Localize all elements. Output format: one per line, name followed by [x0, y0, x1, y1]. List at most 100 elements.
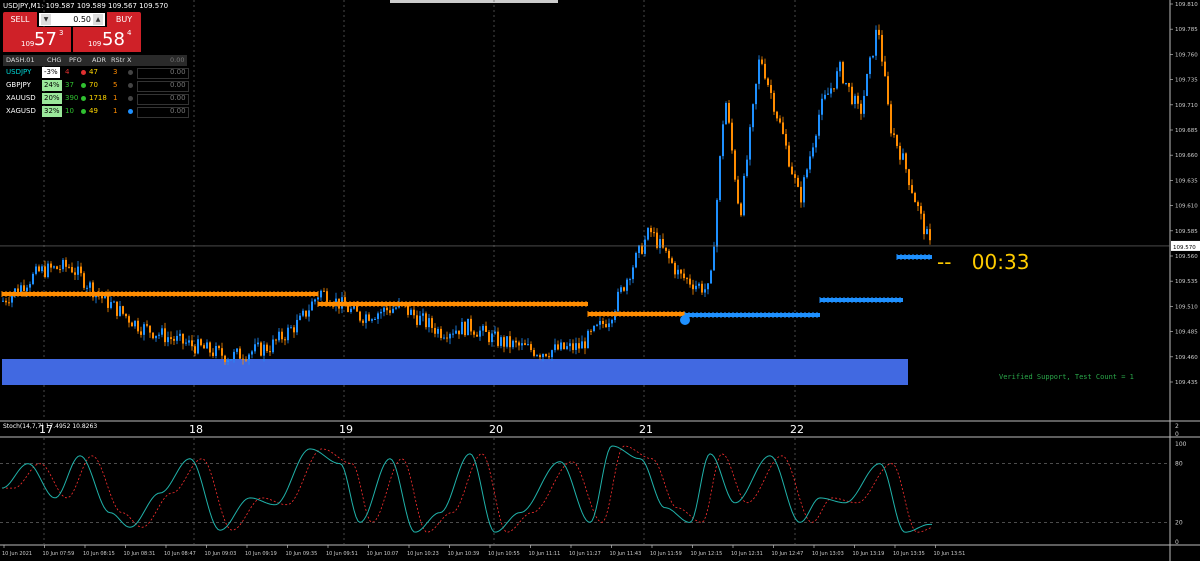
- candle-body: [437, 328, 439, 334]
- current-price-text: 109.570: [1173, 245, 1196, 251]
- header-close[interactable]: X: [127, 55, 131, 66]
- candle-body: [548, 356, 550, 358]
- dashboard-symbol: XAGUSD: [6, 107, 36, 115]
- stoch-level-label: 0: [1175, 539, 1179, 546]
- candle-body: [857, 95, 859, 104]
- buy-price-quote[interactable]: 109 58 4: [73, 27, 141, 52]
- buy-button[interactable]: BUY: [107, 12, 141, 27]
- lot-decrease-icon[interactable]: ▼: [41, 14, 51, 25]
- level-anchor-dot: [680, 315, 690, 325]
- candle-body: [518, 342, 520, 346]
- value-cell: [137, 68, 189, 79]
- stoch-level-label: 20: [1175, 519, 1183, 526]
- candle-body: [212, 352, 214, 356]
- candle-body: [893, 133, 895, 135]
- time-axis-label: 10 Jun 11:43: [610, 551, 642, 557]
- candle-body: [350, 308, 352, 312]
- candle-body: [596, 324, 598, 326]
- value-cell: [137, 107, 189, 118]
- date-label: 20: [489, 423, 503, 436]
- candle-body: [230, 359, 232, 361]
- candle-body: [29, 284, 31, 288]
- one-click-trading-panel: SELL ▼ 0.50 ▲ BUY 109 57 3 109 58 4: [3, 12, 141, 52]
- candle-body: [632, 267, 634, 280]
- candle-body: [746, 159, 748, 176]
- time-axis-label: 10 Jun 08:31: [124, 551, 156, 557]
- header-pfo[interactable]: PFO: [69, 55, 82, 66]
- candle-body: [761, 59, 763, 64]
- candle-body: [143, 324, 145, 335]
- time-axis-label: 10 Jun 09:35: [286, 551, 318, 557]
- candle-body: [413, 309, 415, 316]
- candle-body: [875, 29, 877, 56]
- dashboard-pfo: 4: [65, 68, 70, 76]
- candle-body: [842, 62, 844, 84]
- candle-body: [686, 278, 688, 280]
- sell-price-quote[interactable]: 109 57 3: [3, 27, 71, 52]
- candle-body: [542, 353, 544, 358]
- time-axis-label: 10 Jun 07:59: [43, 551, 75, 557]
- dashboard-row[interactable]: USDJPY -3% 4 47 3 0.00: [3, 66, 189, 79]
- candle-body: [710, 270, 712, 284]
- sell-button[interactable]: SELL: [3, 12, 37, 27]
- candle-body: [125, 313, 127, 317]
- candle-body: [896, 134, 898, 146]
- candle-body: [830, 88, 832, 94]
- candle-body: [410, 309, 412, 315]
- candle-body: [275, 339, 277, 341]
- candle-body: [119, 306, 121, 316]
- dashboard-row[interactable]: XAGUSD 32% 10 49 1 0.00: [3, 105, 189, 118]
- candle-body: [494, 331, 496, 334]
- header-chg[interactable]: CHG: [47, 55, 61, 66]
- candle-body: [44, 266, 46, 278]
- candle-body: [707, 283, 709, 290]
- lot-size-field[interactable]: ▼ 0.50 ▲: [39, 13, 105, 26]
- header-rstr[interactable]: RStr: [111, 55, 125, 66]
- candle-body: [368, 314, 370, 321]
- time-axis-label: 10 Jun 11:27: [569, 551, 601, 557]
- buy-price-prefix: 109: [88, 40, 102, 48]
- candle-body: [272, 339, 274, 353]
- candle-body: [677, 269, 679, 275]
- dashboard-row[interactable]: GBPJPY 24% 37 70 5 0.00: [3, 79, 189, 92]
- lot-increase-icon[interactable]: ▲: [93, 14, 103, 25]
- candle-body: [488, 331, 490, 343]
- stochastic-label: Stoch(14,7,7) 17.4952 10.8263: [3, 423, 98, 430]
- candle-body: [359, 311, 361, 321]
- dashboard-rstr: 3: [113, 68, 118, 76]
- candle-body: [218, 345, 220, 349]
- candle-body: [278, 331, 280, 341]
- candle-body: [809, 156, 811, 170]
- candle-body: [683, 273, 685, 279]
- candle-body: [62, 259, 64, 270]
- candle-body: [59, 269, 61, 271]
- candle-body: [665, 247, 667, 251]
- lot-size-value[interactable]: 0.50: [73, 13, 91, 26]
- dashboard-row[interactable]: XAUUSD 20% 390 1718 1 0.00: [3, 92, 189, 105]
- candle-body: [206, 342, 208, 349]
- candle-body: [293, 327, 295, 333]
- candle-body: [452, 333, 454, 335]
- dashboard-pfo: 10: [65, 107, 74, 115]
- candle-body: [593, 325, 595, 332]
- candle-body: [584, 341, 586, 349]
- candle-body: [23, 285, 25, 292]
- sell-price-prefix: 109: [21, 40, 35, 48]
- candle-body: [617, 291, 619, 312]
- time-axis-label: 10 Jun 12:15: [691, 551, 723, 557]
- signal-dot-icon: [128, 83, 133, 88]
- header-adr[interactable]: ADR: [92, 55, 106, 66]
- candle-body: [167, 337, 169, 343]
- candle-body: [911, 185, 913, 193]
- candle-body: [464, 321, 466, 336]
- candle-body: [227, 360, 229, 362]
- candle-body: [188, 340, 190, 343]
- candle-body: [155, 335, 157, 339]
- candle-body: [581, 341, 583, 349]
- candle-body: [386, 307, 388, 311]
- candle-body: [608, 323, 610, 328]
- scroll-bar-indicator: [390, 0, 558, 3]
- candle-body: [314, 299, 316, 302]
- candle-body: [176, 335, 178, 341]
- candle-body: [263, 344, 265, 356]
